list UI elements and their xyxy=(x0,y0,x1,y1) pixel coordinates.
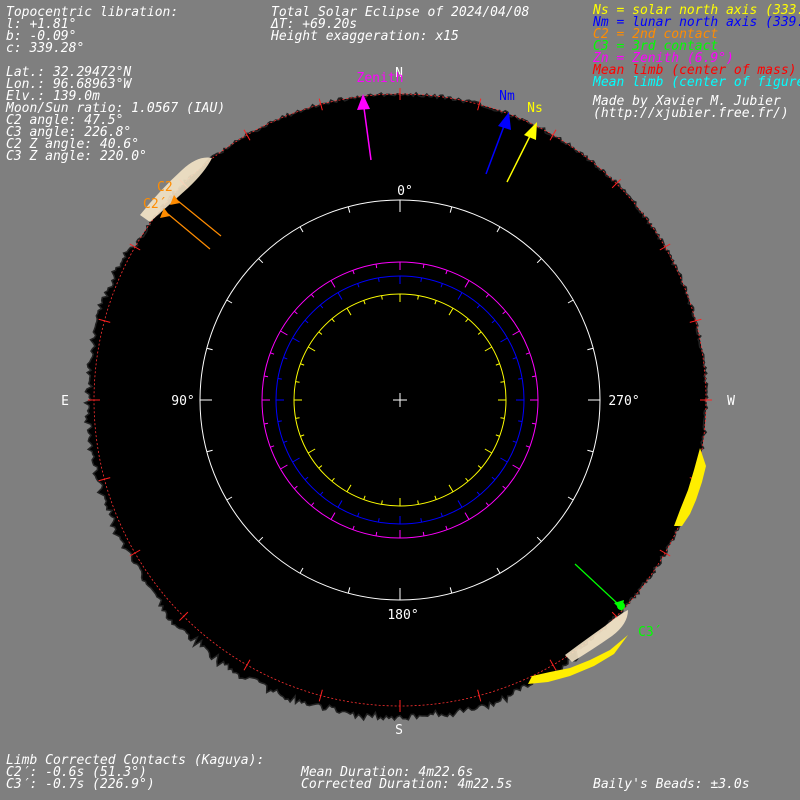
angle-label-180: 180° xyxy=(387,608,418,623)
yel-tick-260 xyxy=(500,417,505,419)
compass-east: E xyxy=(61,394,69,409)
ns-label: Ns xyxy=(527,101,543,116)
blue-tick-260 xyxy=(518,420,523,423)
yel-tick-100 xyxy=(295,417,300,419)
c2-label: C2 xyxy=(157,180,173,195)
c3-prime-label: C3´ xyxy=(638,625,661,640)
blue-tick-170 xyxy=(377,518,380,523)
blue-tick-100 xyxy=(277,420,282,423)
eclipse-limb-profile-diagram: 0° 90° 180° 270° N S E W Zenith Nm Ns C2… xyxy=(5,3,800,792)
c3-z-angle: C3 Z angle: 220.0° xyxy=(6,149,147,164)
eclipse-diagram: 0° 90° 180° 270° N S E W Zenith Nm Ns C2… xyxy=(0,0,800,800)
yel-tick-80 xyxy=(295,381,300,383)
yel-tick-350 xyxy=(417,295,419,300)
angle-label-90: 90° xyxy=(171,394,194,409)
c3-corrected: C3′: -0.7s (226.9°) xyxy=(6,777,155,792)
mag-tick-190 xyxy=(422,531,425,536)
yel-tick-190 xyxy=(417,500,419,505)
bailys-beads: Baily's Beads: ±3.0s xyxy=(593,777,750,792)
angle-label-0: 0° xyxy=(397,184,413,199)
mag-tick-80 xyxy=(264,375,269,378)
blue-tick-190 xyxy=(420,518,423,523)
yel-tick-280 xyxy=(500,381,505,383)
mag-tick-350 xyxy=(422,264,425,269)
mag-tick-170 xyxy=(375,531,378,536)
yel-tick-10 xyxy=(381,295,383,300)
corrected-duration: Corrected Duration: 4m22.5s xyxy=(301,777,512,792)
mag-tick-260 xyxy=(531,422,536,425)
mag-tick-10 xyxy=(375,264,378,269)
yel-tick-170 xyxy=(381,500,383,505)
compass-west: W xyxy=(727,394,735,409)
libration-c: c: 339.28° xyxy=(6,41,84,56)
mag-tick-100 xyxy=(264,422,269,425)
blue-tick-350 xyxy=(420,277,423,282)
height-exaggeration: Height exaggeration: x15 xyxy=(270,29,459,44)
legend: Ns = solar north axis (333.8°)Nm = lunar… xyxy=(592,3,800,90)
blue-tick-10 xyxy=(377,277,380,282)
legend-item: Mean limb (center of figure) xyxy=(592,75,800,90)
nm-label: Nm xyxy=(499,89,515,104)
c2-prime-label: C2´ xyxy=(143,197,166,212)
c3-contact-marker xyxy=(617,602,625,610)
angle-label-270: 270° xyxy=(608,394,639,409)
blue-tick-280 xyxy=(518,377,523,380)
blue-tick-80 xyxy=(277,377,282,380)
credit-url: (http://xjubier.free.fr/) xyxy=(593,106,789,121)
mag-tick-280 xyxy=(531,375,536,378)
compass-south: S xyxy=(395,723,403,738)
zenith-label: Zenith xyxy=(357,71,404,86)
